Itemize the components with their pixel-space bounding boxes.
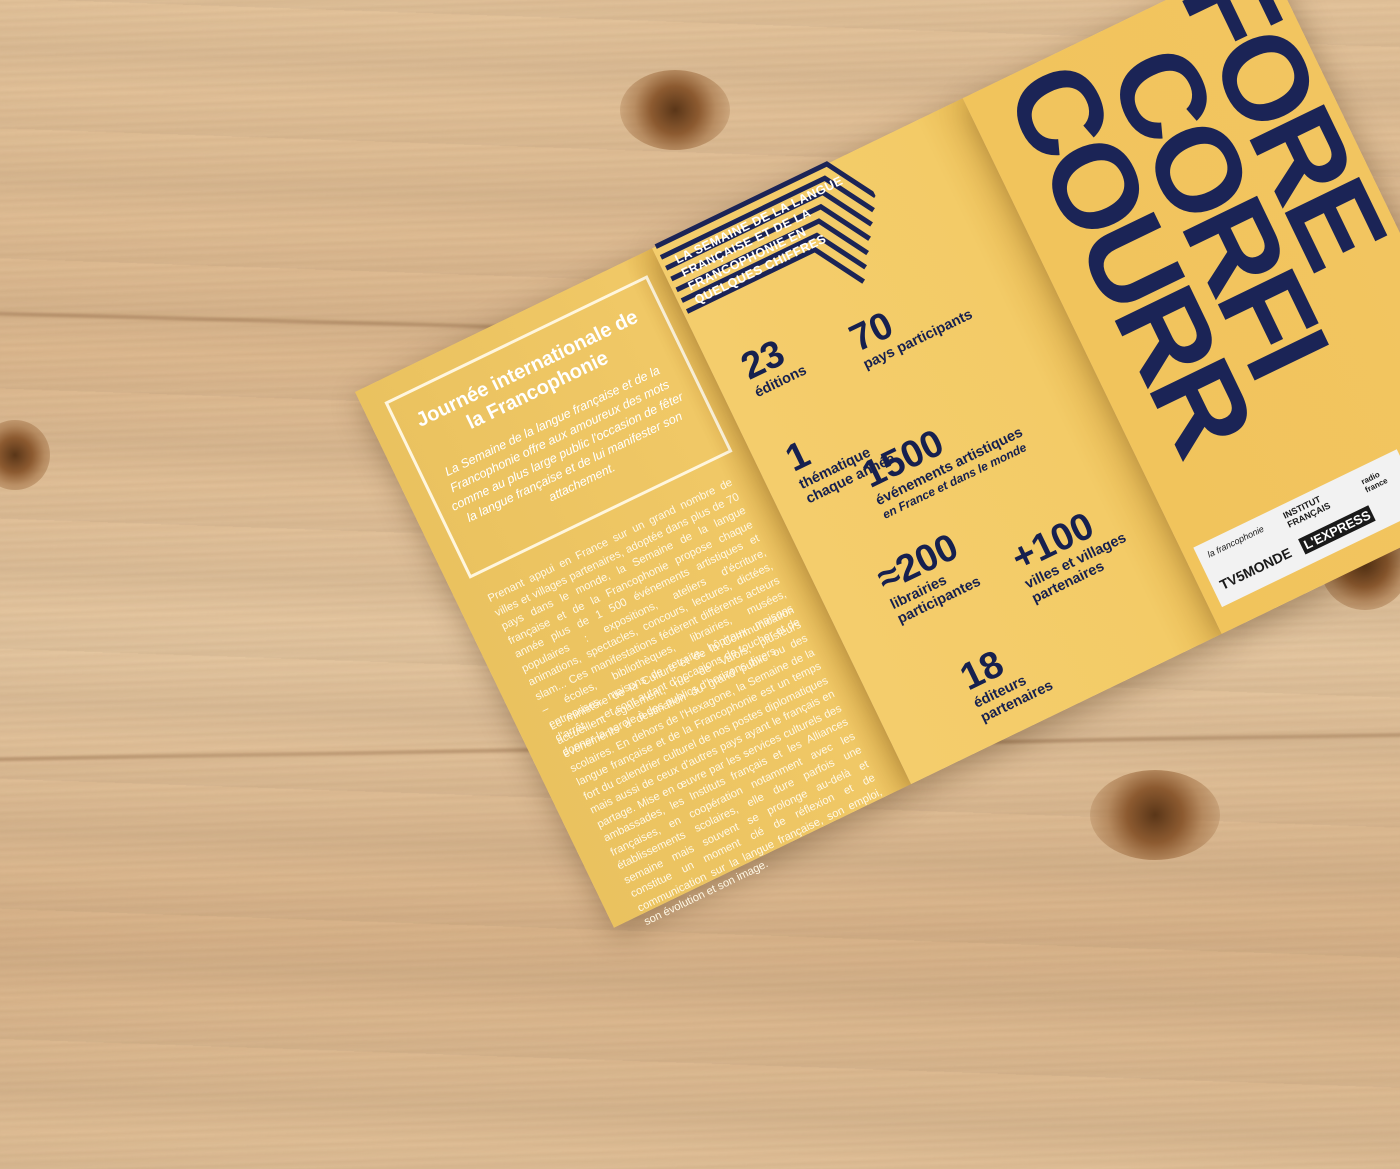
wood-knot	[0, 420, 50, 490]
wood-knot	[1090, 770, 1220, 860]
wood-knot	[620, 70, 730, 150]
stat-bookshops: ≈200 librairies participantes	[871, 517, 1002, 627]
stat-events: 1500 événements artistiques en France et…	[856, 369, 1076, 522]
stat-towns: +100 villes et villages partenaires	[1005, 479, 1172, 607]
logo-radio-france: radio france	[1359, 469, 1390, 495]
